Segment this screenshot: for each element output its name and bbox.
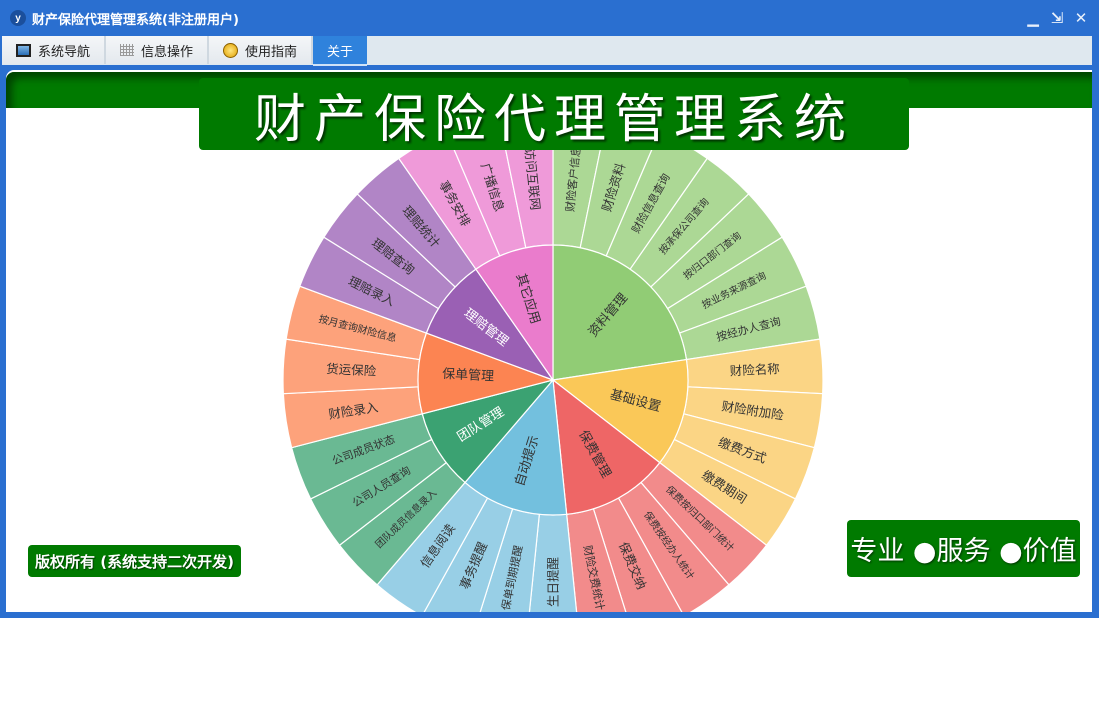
sunburst-group-label[interactable]: 保单管理 bbox=[442, 367, 495, 385]
slogan-badge: 专业 ●服务 ●价值 bbox=[847, 520, 1080, 577]
app-logo-icon: y bbox=[10, 10, 26, 26]
content-area: 财险客户信息 财险资料 财险信息查询 按承保公司查询 按归口部门查询 按业务来源查询 按经办… bbox=[6, 70, 1092, 612]
tab-bar: 系统导航 信息操作 使用指南 关于 bbox=[2, 36, 1092, 66]
tab-label: 系统导航 bbox=[38, 44, 91, 60]
banner-title: 财产保险代理管理系统 bbox=[199, 78, 909, 150]
sunburst-leaf-label[interactable]: 生日提醒 bbox=[546, 557, 561, 608]
title-bar: y 财产保险代理管理系统(非注册用户) ▁ ⇲ ✕ bbox=[0, 0, 1099, 36]
monitor-icon bbox=[16, 43, 31, 57]
close-button[interactable]: ✕ bbox=[1073, 9, 1089, 27]
restore-button[interactable]: ⇲ bbox=[1049, 9, 1065, 27]
sunburst-leaf-label[interactable]: 财险名称 bbox=[729, 361, 780, 379]
app-window: y 财产保险代理管理系统(非注册用户) ▁ ⇲ ✕ 系统导航 信息操作 使用指南… bbox=[0, 0, 1099, 618]
tab-info-ops[interactable]: 信息操作 bbox=[106, 36, 210, 64]
help-icon bbox=[223, 42, 239, 58]
tab-system-nav[interactable]: 系统导航 bbox=[2, 36, 107, 64]
tab-label: 信息操作 bbox=[141, 44, 194, 60]
copyright-badge: 版权所有 (系统支持二次开发) bbox=[28, 545, 241, 577]
window-title: 财产保险代理管理系统(非注册用户) bbox=[32, 12, 239, 28]
minimize-button[interactable]: ▁ bbox=[1025, 9, 1041, 27]
sunburst-leaf-label[interactable]: 货运保险 bbox=[326, 361, 377, 379]
grid-icon bbox=[120, 44, 135, 56]
tab-label: 关于 bbox=[327, 44, 354, 60]
tab-user-guide[interactable]: 使用指南 bbox=[209, 36, 314, 64]
tab-label: 使用指南 bbox=[245, 44, 298, 60]
tab-about[interactable]: 关于 bbox=[313, 36, 368, 66]
